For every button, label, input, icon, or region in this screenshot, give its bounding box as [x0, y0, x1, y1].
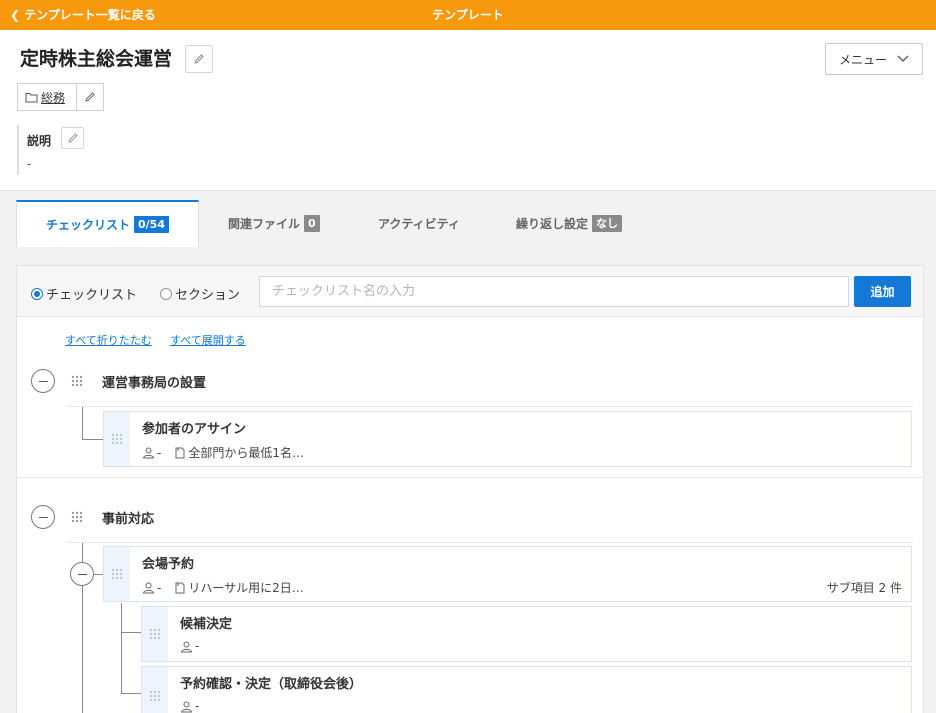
item-drag-handle[interactable] [104, 412, 130, 466]
description-bar [17, 125, 19, 175]
tree-connector [82, 407, 83, 439]
radio-checked-icon [31, 287, 43, 300]
item-drag-handle[interactable] [104, 547, 130, 601]
related-files-count-badge: 0 [304, 215, 320, 232]
add-button[interactable]: 追加 [854, 276, 911, 307]
drag-handle-icon [149, 690, 161, 702]
collapse-section-button[interactable] [31, 369, 55, 393]
tab-repeat-settings[interactable]: 繰り返し設定 なし [516, 200, 623, 247]
checklist-panel: チェックリスト セクション 追加 すべて折りたたむ すべて展開する 運営事務局の… [16, 265, 924, 713]
tree-connector [121, 632, 141, 633]
tree-connector [121, 693, 141, 694]
checklist-progress-badge: 0/54 [134, 216, 169, 233]
subitem-name: 候補決定 [180, 617, 233, 632]
note-icon [175, 582, 185, 594]
item-meta: - 全部門から最低1名… [142, 444, 304, 461]
user-icon [142, 582, 155, 594]
edit-description-button[interactable] [61, 127, 84, 149]
radio-checklist-label: チェックリスト [46, 288, 138, 303]
tab-checklist-label: チェックリスト [46, 218, 131, 232]
drag-handle-icon [111, 568, 123, 580]
drag-handle-icon [111, 433, 123, 445]
section-divider [67, 542, 913, 543]
user-icon [142, 447, 155, 459]
tab-related-files[interactable]: 関連ファイル 0 [228, 200, 320, 247]
top-bar-title: テンプレート [432, 8, 504, 22]
edit-folder-button[interactable] [77, 84, 103, 110]
tab-related-files-label: 関連ファイル [228, 217, 301, 231]
item-name: 参加者のアサイン [142, 422, 247, 437]
section-name: 運営事務局の設置 [102, 376, 207, 391]
item-meta: - [180, 699, 199, 713]
item-note: リハーサル用に2日… [188, 581, 304, 595]
item-note: 全部門から最低1名… [188, 446, 304, 460]
description-label: 説明 [27, 134, 52, 148]
section-divider [17, 477, 923, 478]
note-icon [175, 447, 185, 459]
subitem-name: 予約確認・決定（取締役会後） [180, 677, 363, 692]
folder-link[interactable]: 総務 [18, 84, 77, 110]
tree-connector [82, 439, 103, 440]
item-name: 会場予約 [142, 557, 195, 572]
menu-button[interactable]: メニュー [825, 43, 923, 75]
description-value: - [27, 157, 32, 171]
menu-label: メニュー [838, 52, 887, 67]
page-title: 定時株主総会運営 [20, 48, 173, 70]
radio-unchecked-icon [160, 287, 172, 300]
tab-repeat-settings-label: 繰り返し設定 [516, 217, 589, 231]
collapse-item-button[interactable] [70, 562, 94, 586]
item-assignee: - [157, 580, 162, 595]
drag-handle-icon[interactable] [70, 510, 84, 524]
subitem-assignee: - [195, 699, 200, 713]
section-name: 事前対応 [102, 512, 155, 527]
checklist-item[interactable]: 会場予約 - リハーサル用に2日… サブ項目 2 件 [103, 546, 912, 602]
subitem-assignee: - [195, 639, 200, 653]
radio-section[interactable]: セクション [160, 284, 240, 303]
folder-selector: 総務 [17, 83, 104, 111]
repeat-settings-badge: なし [592, 215, 623, 232]
subitem-count: サブ項目 2 件 [826, 581, 902, 595]
pencil-icon [67, 133, 78, 143]
item-assignee: - [157, 445, 162, 460]
user-icon [180, 641, 193, 652]
radio-checklist[interactable]: チェックリスト [31, 284, 137, 303]
checklist-item[interactable]: 参加者のアサイン - 全部門から最低1名… [103, 411, 912, 467]
item-meta: - リハーサル用に2日… [142, 579, 304, 596]
tree-connector [93, 574, 103, 575]
drag-handle-icon [149, 628, 161, 640]
pencil-icon [194, 54, 204, 64]
add-item-form: チェックリスト セクション 追加 [17, 266, 923, 317]
top-bar: ❮ テンプレート一覧に戻る テンプレート [0, 0, 936, 30]
pencil-icon [85, 92, 95, 102]
item-meta: - [180, 639, 199, 653]
user-icon [180, 701, 193, 712]
section-row: 運営事務局の設置 [17, 363, 923, 399]
section-divider [67, 406, 913, 407]
drag-handle-icon[interactable] [70, 374, 84, 388]
tab-activity[interactable]: アクティビティ [378, 200, 460, 247]
radio-section-label: セクション [175, 288, 241, 303]
collapse-all-link[interactable]: すべて折りたたむ [65, 332, 152, 348]
checklist-name-input[interactable] [259, 276, 849, 307]
tab-checklist[interactable]: チェックリスト 0/54 [16, 200, 199, 247]
tree-connector [121, 603, 122, 694]
item-drag-handle[interactable] [142, 667, 168, 713]
section-row: 事前対応 [17, 499, 923, 535]
item-drag-handle[interactable] [142, 607, 168, 661]
collapse-section-button[interactable] [31, 505, 55, 529]
expand-all-link[interactable]: すべて展開する [170, 332, 246, 348]
chevron-down-icon [897, 55, 909, 62]
folder-icon [25, 92, 38, 102]
folder-label: 総務 [41, 90, 66, 105]
subitem[interactable]: 予約確認・決定（取締役会後） - [141, 666, 912, 713]
tab-activity-label: アクティビティ [378, 217, 460, 231]
subitem[interactable]: 候補決定 - [141, 606, 912, 662]
edit-title-button[interactable] [185, 45, 213, 73]
